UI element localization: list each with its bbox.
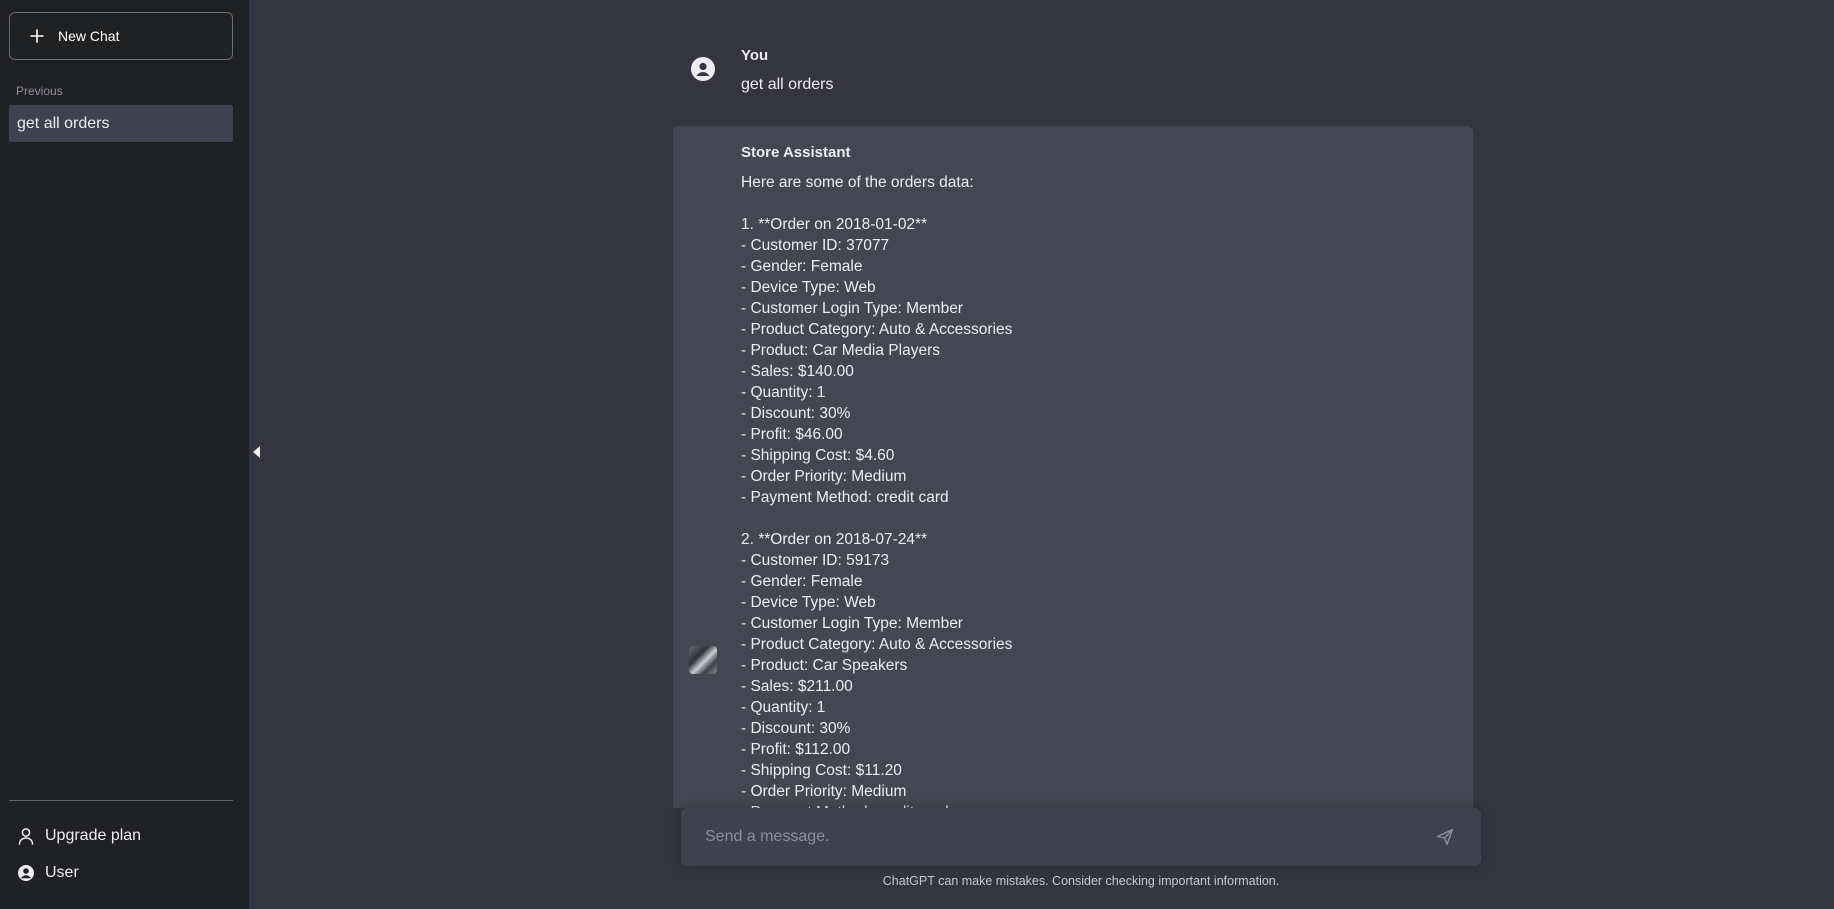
order-detail-line: - Payment Method: credit card: [741, 489, 949, 506]
order-detail-line: - Product Category: Auto & Accessories: [741, 321, 1013, 338]
order-heading: 2. **Order on 2018-07-24**: [741, 531, 928, 548]
order-detail-line: - Discount: 30%: [741, 720, 851, 737]
order-detail-line: - Profit: $112.00: [741, 741, 851, 758]
order-detail-line: - Product: Car Media Players: [741, 342, 940, 359]
order-detail-line: - Gender: Female: [741, 573, 863, 590]
user-avatar-icon: [691, 57, 715, 81]
message-composer: [681, 808, 1481, 866]
chevron-left-icon[interactable]: [250, 444, 264, 460]
order-detail-line: - Product Category: Auto & Accessories: [741, 636, 1013, 653]
person-icon: [18, 828, 34, 845]
sidebar: New Chat Previous get all orders Upgrade…: [0, 0, 249, 909]
sidebar-divider: [9, 800, 233, 801]
assistant-message: Store Assistant Here are some of the ord…: [673, 126, 1473, 808]
history-item-label: get all orders: [17, 114, 110, 132]
order-detail-line: - Quantity: 1: [741, 384, 826, 401]
order-detail-line: - Quantity: 1: [741, 699, 826, 716]
orders-list: 1. **Order on 2018-01-02** - Customer ID:…: [741, 214, 1441, 808]
user-menu-button[interactable]: User: [16, 860, 233, 886]
order-heading: 1. **Order on 2018-01-02**: [741, 216, 928, 233]
order-detail-line: - Sales: $140.00: [741, 363, 854, 380]
upgrade-plan-label: Upgrade plan: [45, 827, 142, 844]
order-detail-line: - Product: Car Speakers: [741, 657, 908, 674]
order-detail-line: - Customer Login Type: Member: [741, 300, 963, 317]
send-icon[interactable]: [1435, 827, 1455, 847]
history-section-label: Previous: [16, 84, 63, 98]
order-detail-line: - Gender: Female: [741, 258, 863, 275]
order-detail-line: - Device Type: Web: [741, 279, 876, 296]
message-input[interactable]: [705, 808, 1395, 866]
order-detail-line: - Order Priority: Medium: [741, 783, 907, 800]
disclaimer-text: ChatGPT can make mistakes. Consider chec…: [882, 874, 1280, 888]
order-detail-line: - Sales: $211.00: [741, 678, 853, 695]
assistant-message-body: Here are some of the orders data: 1. **O…: [741, 172, 1441, 808]
order-detail-line: - Customer ID: 37077: [741, 237, 890, 254]
order-detail-line: - Shipping Cost: $11.20: [741, 762, 902, 779]
new-chat-button[interactable]: New Chat: [9, 12, 233, 60]
history-item[interactable]: get all orders: [9, 105, 233, 142]
assistant-intro: Here are some of the orders data:: [741, 174, 974, 191]
new-chat-label: New Chat: [58, 28, 120, 44]
order-detail-line: - Shipping Cost: $4.60: [741, 447, 895, 464]
order-detail-line: - Profit: $46.00: [741, 426, 843, 443]
user-circle-icon: [18, 865, 34, 881]
user-label: User: [45, 864, 79, 881]
order-detail-line: - Order Priority: Medium: [741, 468, 907, 485]
assistant-message-author: Store Assistant: [741, 144, 851, 161]
order-detail-line: - Device Type: Web: [741, 594, 876, 611]
upgrade-plan-button[interactable]: Upgrade plan: [16, 823, 233, 849]
assistant-avatar: [689, 646, 717, 674]
order-detail-line: - Customer ID: 59173: [741, 552, 890, 569]
order-detail-line: - Discount: 30%: [741, 405, 851, 422]
order-detail-line: - Customer Login Type: Member: [741, 615, 963, 632]
user-message-author: You: [741, 47, 769, 64]
plus-icon: [30, 29, 44, 43]
user-message-text: get all orders: [741, 76, 834, 93]
